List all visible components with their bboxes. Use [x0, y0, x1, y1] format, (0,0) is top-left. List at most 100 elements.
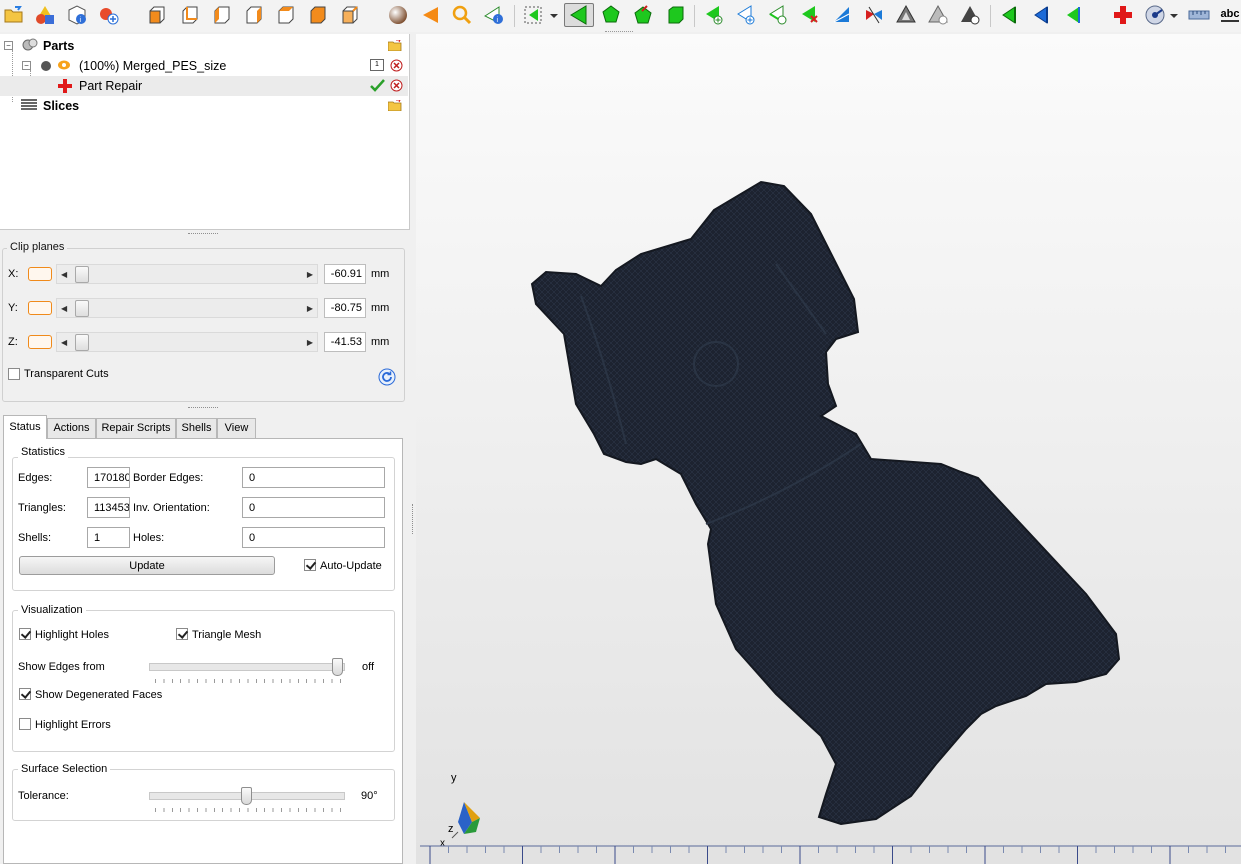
view-iso-icon[interactable]: [338, 3, 362, 27]
view-bottom-icon[interactable]: [306, 3, 330, 27]
collapse-icon[interactable]: −: [22, 61, 31, 70]
fill-hole-icon[interactable]: [894, 3, 918, 27]
tab-status[interactable]: Status: [3, 415, 47, 439]
ruler-icon[interactable]: [1187, 3, 1211, 27]
slider-thumb[interactable]: [75, 266, 89, 283]
slider-thumb[interactable]: [332, 658, 343, 676]
tree-row-part[interactable]: − (100%) Merged_PES_size 1: [0, 56, 408, 76]
tree-row-slices[interactable]: Slices: [0, 96, 408, 116]
open-folder-icon[interactable]: [387, 39, 402, 52]
repair-cross-icon: [58, 79, 72, 96]
add-triangle-icon[interactable]: [702, 3, 726, 27]
zoom-icon[interactable]: [450, 3, 474, 27]
clip-z-toggle[interactable]: [28, 335, 52, 349]
triangle-mesh-checkbox[interactable]: [176, 628, 188, 640]
clip-x-value[interactable]: -60.91: [324, 264, 366, 284]
view-top-icon[interactable]: [274, 3, 298, 27]
select-shell-icon[interactable]: [664, 3, 688, 27]
close-icon[interactable]: [390, 79, 403, 95]
clip-y-label: Y:: [8, 302, 18, 314]
select-triangle-icon[interactable]: [564, 3, 594, 27]
splitter-handle[interactable]: [0, 405, 410, 411]
clip-y-slider[interactable]: ◀ ▶: [56, 298, 318, 318]
mesh-model: [530, 180, 1121, 826]
add-point-icon[interactable]: [734, 3, 758, 27]
parts-shapes-icon[interactable]: [33, 3, 57, 27]
green-flag-icon[interactable]: [1062, 3, 1086, 27]
edges-field[interactable]: 170180: [87, 467, 130, 488]
clip-z-slider[interactable]: ◀ ▶: [56, 332, 318, 352]
checkmark-icon[interactable]: [370, 79, 386, 95]
open-folder-icon[interactable]: [387, 99, 402, 112]
view-front-icon[interactable]: [145, 3, 169, 27]
arrow-right-icon[interactable]: ▶: [307, 338, 313, 347]
tab-repair-scripts[interactable]: Repair Scripts: [96, 418, 176, 438]
select-plane-icon[interactable]: [631, 3, 655, 27]
refresh-icon[interactable]: [378, 368, 396, 386]
close-icon[interactable]: [390, 59, 403, 75]
show-edges-slider[interactable]: [149, 663, 345, 671]
slider-thumb[interactable]: [75, 334, 89, 351]
clip-x-toggle[interactable]: [28, 267, 52, 281]
part-info-icon[interactable]: i: [65, 3, 89, 27]
collapse-icon[interactable]: −: [4, 41, 13, 50]
auto-update-checkbox[interactable]: [304, 559, 316, 571]
open-folder-icon[interactable]: [2, 3, 26, 27]
slider-thumb[interactable]: [75, 300, 89, 317]
clip-x-slider[interactable]: ◀ ▶: [56, 264, 318, 284]
arrow-right-icon[interactable]: ▶: [307, 304, 313, 313]
text-icon[interactable]: abc: [1218, 3, 1241, 27]
orange-triangle-icon[interactable]: [419, 3, 443, 27]
show-degenerated-checkbox[interactable]: [19, 688, 31, 700]
green-arrow-icon[interactable]: [998, 3, 1022, 27]
view-back-icon[interactable]: [178, 3, 202, 27]
parts-tree: − Parts − (100%) Merged_PES_size 1 Part …: [0, 34, 410, 230]
tab-actions[interactable]: Actions: [47, 418, 96, 438]
shells-field[interactable]: 1: [87, 527, 130, 548]
part-badge: 1: [370, 59, 384, 71]
tree-row-part-repair[interactable]: Part Repair: [0, 76, 408, 96]
holes-field[interactable]: 0: [242, 527, 385, 548]
arrow-left-icon[interactable]: ◀: [61, 270, 67, 279]
add-part-icon[interactable]: [97, 3, 121, 27]
delete-triangle-icon[interactable]: [798, 3, 822, 27]
triangle-info-icon[interactable]: i: [482, 3, 506, 27]
arrow-right-icon[interactable]: ▶: [307, 270, 313, 279]
highlight-errors-checkbox[interactable]: [19, 718, 31, 730]
chevron-down-icon[interactable]: [1168, 3, 1180, 27]
eye-icon[interactable]: [57, 59, 71, 74]
tab-view[interactable]: View: [217, 418, 256, 438]
stitch-icon[interactable]: [862, 3, 886, 27]
mark-triangle-icon[interactable]: [522, 3, 546, 27]
tree-row-parts[interactable]: − Parts: [0, 36, 408, 56]
inv-orientation-field[interactable]: 0: [242, 497, 385, 518]
highlight-holes-checkbox[interactable]: [19, 628, 31, 640]
flip-triangle-icon[interactable]: [830, 3, 854, 27]
edges-label: Edges:: [18, 472, 53, 484]
arrow-left-icon[interactable]: ◀: [61, 338, 67, 347]
clip-y-value[interactable]: -80.75: [324, 298, 366, 318]
slider-thumb[interactable]: [241, 787, 252, 805]
arrow-left-icon[interactable]: ◀: [61, 304, 67, 313]
blue-arrow-icon[interactable]: [1030, 3, 1054, 27]
tab-shells[interactable]: Shells: [176, 418, 217, 438]
chevron-down-icon[interactable]: [548, 3, 560, 27]
update-button[interactable]: Update: [19, 556, 275, 575]
border-edges-field[interactable]: 0: [242, 467, 385, 488]
sphere-shading-icon[interactable]: [386, 3, 410, 27]
cut-icon[interactable]: [958, 3, 982, 27]
transparent-cuts-checkbox[interactable]: [8, 368, 20, 380]
triangles-field[interactable]: 113453: [87, 497, 130, 518]
select-surface-icon[interactable]: [599, 3, 623, 27]
clip-y-toggle[interactable]: [28, 301, 52, 315]
view-left-icon[interactable]: [210, 3, 234, 27]
remove-hole-icon[interactable]: [926, 3, 950, 27]
3d-viewport[interactable]: [416, 34, 1241, 864]
add-edge-icon[interactable]: [766, 3, 790, 27]
slider-ticks: [155, 808, 341, 812]
measure-icon[interactable]: [1143, 3, 1167, 27]
view-right-icon[interactable]: [242, 3, 266, 27]
splitter-handle[interactable]: [0, 231, 410, 237]
repair-cross-icon[interactable]: [1111, 3, 1135, 27]
clip-z-value[interactable]: -41.53: [324, 332, 366, 352]
